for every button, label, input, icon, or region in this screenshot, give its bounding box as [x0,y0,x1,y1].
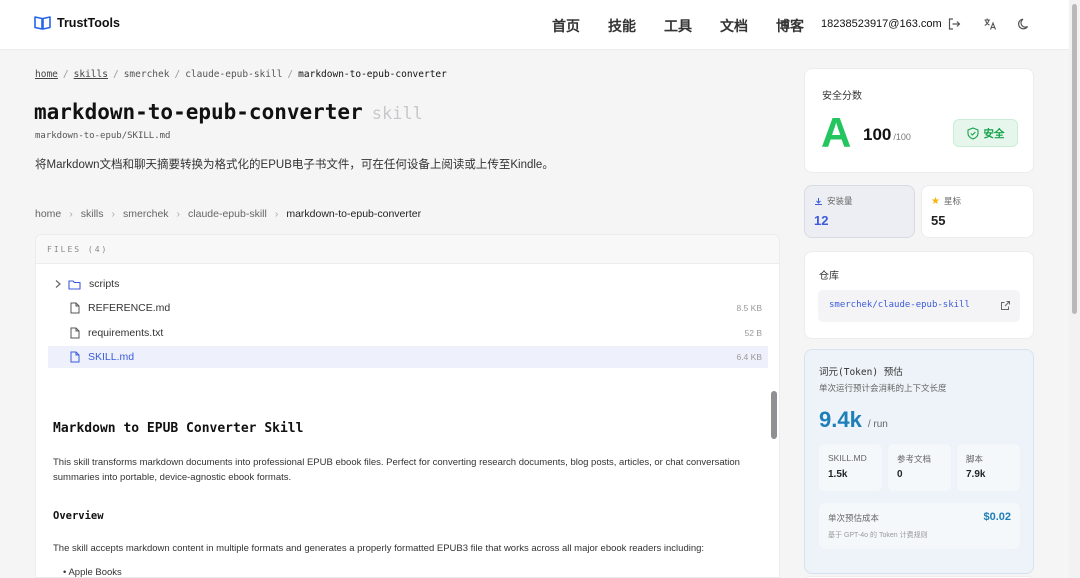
shield-check-icon [966,126,979,140]
chevron-right-icon[interactable] [54,279,62,289]
file-icon [70,302,80,314]
logout-icon[interactable] [947,17,961,31]
breakdown-label: 脚本 [966,454,984,464]
token-estimate-title: 词元(Token) 预估 [819,367,903,378]
cost-estimate: 单次预估成本 $0.02 基于 GPT-4o 的 Token 计费规则 [819,503,1020,549]
token-total-unit: / run [867,419,888,430]
repository-card: 仓库 smerchek/claude-epub-skill [804,251,1034,339]
file-breadcrumb-current: markdown-to-epub-converter [286,208,422,220]
cost-note: 基于 GPT-4o 的 Token 计费规则 [828,532,928,539]
stars-count: 55 [931,213,946,228]
brand-logo[interactable]: TrustTools [34,15,120,30]
token-estimate-card: 词元(Token) 预估 单次运行预计会消耗的上下文长度 9.4k / run … [804,349,1034,574]
file-name: requirements.txt [88,327,164,339]
file-breadcrumb-author[interactable]: smerchek [123,208,169,220]
file-breadcrumb-skills[interactable]: skills [81,208,104,220]
security-score-card: 安全分数 A 100 /100 安全 [804,68,1034,173]
file-name: scripts [89,278,120,290]
nav-docs[interactable]: 文档 [720,16,748,36]
nav-home[interactable]: 首页 [552,16,580,36]
file-breadcrumb: home › skills › smerchek › claude-epub-skil… [35,208,422,220]
installs-label: 安装量 [827,196,853,206]
file-icon [70,351,80,363]
skill-type-badge: skill [371,104,423,124]
breakdown-value: 0 [897,469,903,480]
file-size: 8.5 KB [736,303,762,313]
book-icon [34,16,51,30]
breakdown-value: 1.5k [828,469,848,480]
dark-mode-moon-icon[interactable] [1017,17,1031,31]
markdown-heading-2: Overview [53,510,104,522]
repository-link[interactable]: smerchek/claude-epub-skill [818,290,1020,322]
stars-label: 星标 [943,196,961,206]
file-breadcrumb-repo[interactable]: claude-epub-skill [188,208,267,220]
nav-tools[interactable]: 工具 [664,16,692,36]
brand-name: TrustTools [57,15,120,30]
markdown-paragraph: The skill accepts markdown content in mu… [53,543,705,554]
download-icon [815,197,822,205]
token-total: 9.4k / run [819,407,888,433]
page-scrollbar-thumb[interactable] [1072,4,1077,314]
file-viewer-scrollbar[interactable] [771,391,777,439]
translate-icon[interactable] [983,17,997,31]
breadcrumb-repo: claude-epub-skill [185,69,283,80]
token-total-value: 9.4k [819,407,862,432]
breadcrumb: home / skills / smerchek / claude-epub-skil… [35,69,447,80]
cost-value: $0.02 [983,511,1011,523]
file-row-scripts[interactable]: scripts [48,273,768,295]
security-score-label: 安全分数 [822,91,862,102]
file-name: REFERENCE.md [88,302,171,314]
breakdown-value: 7.9k [966,469,986,480]
token-breakdown-reference: 参考文档 0 [888,444,951,491]
nav-blog[interactable]: 博客 [776,16,804,36]
file-size: 52 B [744,328,763,338]
cost-label: 单次预估成本 [828,513,880,523]
file-icon [70,327,80,339]
file-row-reference[interactable]: REFERENCE.md 8.5 KB [48,297,768,319]
star-icon: ★ [931,195,940,207]
stars-card: ★ 星标 55 [921,185,1034,238]
file-size: 6.4 KB [736,352,762,362]
breadcrumb-author: smerchek [123,69,170,80]
top-header: TrustTools 首页 技能 工具 文档 博客 18238523917@16… [0,0,1080,50]
skill-path: markdown-to-epub/SKILL.md [35,131,171,141]
score-value: 100 [863,125,892,144]
user-email[interactable]: 18238523917@163.com [821,18,942,30]
installs-card: 安装量 12 [804,185,915,238]
security-score: 100 /100 [863,125,911,145]
nav-skills[interactable]: 技能 [608,16,636,36]
external-link-icon[interactable] [1000,300,1011,311]
markdown-heading-1: Markdown to EPUB Converter Skill [53,421,304,436]
breakdown-label: SKILL.MD [828,453,867,463]
skill-description: 将Markdown文档和聊天摘要转换为格式化的EPUB电子书文件，可在任何设备上… [35,159,554,171]
skill-name: markdown-to-epub-converter [34,100,363,124]
token-breakdown-scripts: 脚本 7.9k [957,444,1020,491]
file-row-skill-md[interactable]: SKILL.md 6.4 KB [48,346,768,368]
repository-name[interactable]: smerchek/claude-epub-skill [829,300,970,310]
token-breakdown-skill: SKILL.MD 1.5k [819,444,882,491]
breadcrumb-skills[interactable]: skills [74,69,108,80]
status-text: 安全 [983,127,1005,140]
breadcrumb-current: markdown-to-epub-converter [298,69,447,80]
installs-count: 12 [814,213,829,228]
files-panel: FILES (4) scripts REFERENCE.md 8.5 KB re… [35,234,780,578]
status-badge: 安全 [953,119,1018,147]
score-max: /100 [893,132,911,142]
file-name: SKILL.md [88,351,135,363]
file-breadcrumb-home[interactable]: home [35,208,61,220]
markdown-list-item: • Apple Books [63,567,122,578]
page-scrollbar[interactable] [1069,0,1080,578]
repository-label: 仓库 [819,271,839,282]
list-item-text: Apple Books [68,567,122,578]
markdown-paragraph: This skill transforms markdown documents… [53,457,740,483]
token-estimate-subtitle: 单次运行预计会消耗的上下文长度 [819,383,947,393]
files-header: FILES (4) [36,235,779,264]
breakdown-label: 参考文档 [897,454,932,464]
main-nav: 首页 技能 工具 文档 博客 [552,16,832,36]
page-title: markdown-to-epub-converter skill [34,100,423,124]
file-row-requirements[interactable]: requirements.txt 52 B [48,322,768,344]
security-grade: A [821,109,852,156]
folder-icon [68,279,81,290]
breadcrumb-home[interactable]: home [35,69,58,80]
